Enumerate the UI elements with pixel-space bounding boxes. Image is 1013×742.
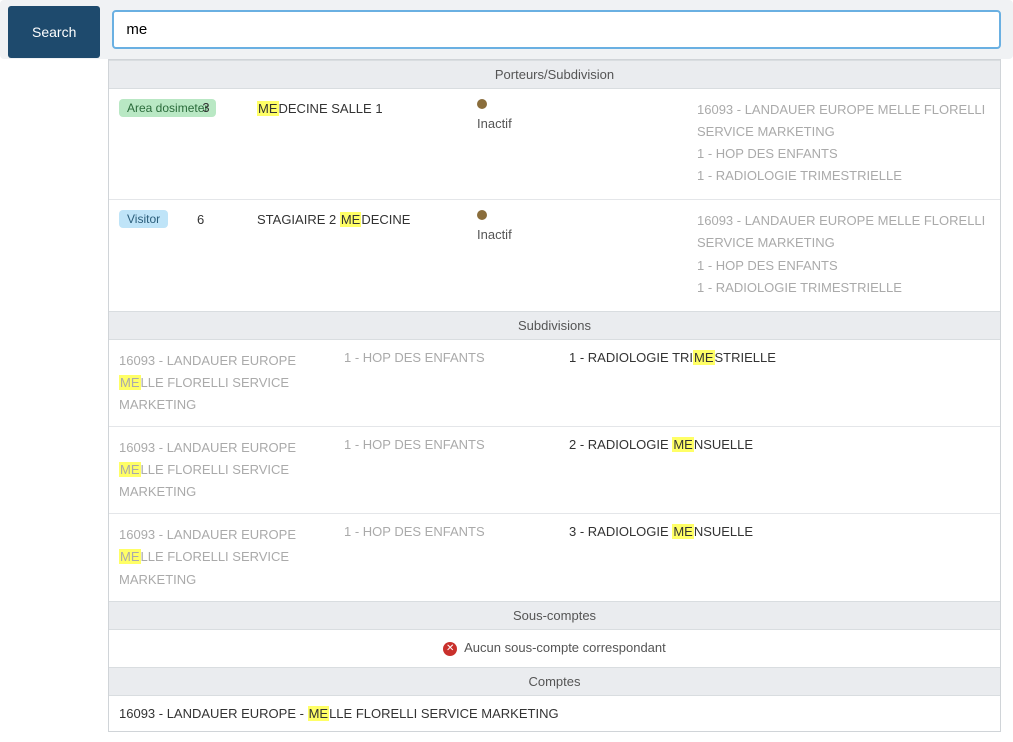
subdivision-level3: 1 - RADIOLOGIE TRIMESTRIELLE [569,350,990,365]
porteur-name: STAGIAIRE 2 MEDECINE [257,210,477,227]
porteur-number: 6 [197,210,257,227]
subdivision-level3: 3 - RADIOLOGIE MENSUELLE [569,524,990,539]
porteur-status: Inactif [477,99,697,131]
sous-comptes-empty-text: Aucun sous-compte correspondant [464,640,666,655]
subdivision-level2: 1 - HOP DES ENFANTS [344,350,569,365]
subdivision-level3: 2 - RADIOLOGIE MENSUELLE [569,437,990,452]
subdivision-row[interactable]: 16093 - LANDAUER EUROPE MELLE FLORELLI S… [109,514,1000,600]
compte-row[interactable]: 16093 - LANDAUER EUROPE - MELLE FLORELLI… [109,696,1000,731]
porteur-badge: Visitor [119,210,168,228]
search-button[interactable]: Search [8,6,100,58]
status-dot-icon [477,99,487,109]
sous-comptes-empty: ✕ Aucun sous-compte correspondant [109,630,1000,667]
subdivision-level2: 1 - HOP DES ENFANTS [344,524,569,539]
subdivision-row[interactable]: 16093 - LANDAUER EUROPE MELLE FLORELLI S… [109,340,1000,427]
search-input[interactable] [112,10,1001,49]
porteur-path: 16093 - LANDAUER EUROPE MELLE FLORELLI S… [697,210,990,298]
status-dot-icon [477,210,487,220]
porteur-number: 3 [202,100,209,115]
subdivision-account: 16093 - LANDAUER EUROPE MELLE FLORELLI S… [119,350,344,416]
porteur-name: MEDECINE SALLE 1 [257,99,477,116]
section-header-subdivisions: Subdivisions [109,311,1000,340]
section-header-sous-comptes: Sous-comptes [109,601,1000,630]
subdivision-account: 16093 - LANDAUER EUROPE MELLE FLORELLI S… [119,524,344,590]
porteur-status: Inactif [477,210,697,242]
subdivision-row[interactable]: 16093 - LANDAUER EUROPE MELLE FLORELLI S… [109,427,1000,514]
porteur-row[interactable]: Area dosimeter3MEDECINE SALLE 1Inactif16… [109,89,1000,200]
section-header-porteurs: Porteurs/Subdivision [109,60,1000,89]
subdivision-level2: 1 - HOP DES ENFANTS [344,437,569,452]
porteur-path: 16093 - LANDAUER EUROPE MELLE FLORELLI S… [697,99,990,187]
error-icon: ✕ [443,642,457,656]
porteur-row[interactable]: Visitor 6STAGIAIRE 2 MEDECINEInactif16093… [109,200,1000,310]
section-header-comptes: Comptes [109,667,1000,696]
search-dropdown: Porteurs/Subdivision Area dosimeter3MEDE… [108,59,1001,732]
subdivision-account: 16093 - LANDAUER EUROPE MELLE FLORELLI S… [119,437,344,503]
